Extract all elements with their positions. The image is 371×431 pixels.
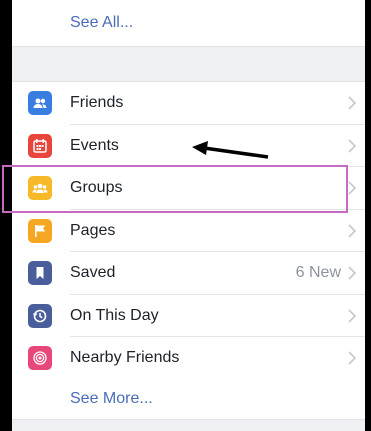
window-frame-right <box>365 0 371 431</box>
menu-item-saved[interactable]: Saved 6 New <box>12 252 365 295</box>
annotation-arrow-icon <box>192 141 269 159</box>
chevron-right-icon <box>348 96 357 110</box>
menu-list: Friends Events Groups Pages Saved 6 New … <box>12 82 365 380</box>
menu-item-events[interactable]: Events <box>12 125 365 167</box>
section-divider <box>12 46 365 82</box>
new-count-badge: 6 New <box>295 264 341 282</box>
menu-item-on-this-day[interactable]: On This Day <box>12 295 365 337</box>
see-more-link[interactable]: See More... <box>12 379 365 419</box>
see-all-link[interactable]: See All... <box>12 0 365 46</box>
chevron-right-icon <box>348 139 357 153</box>
menu-item-label: Groups <box>70 179 123 197</box>
calendar-icon <box>28 133 52 158</box>
chevron-right-icon <box>348 181 357 195</box>
clock-icon <box>28 303 52 328</box>
nearby-icon <box>28 346 52 371</box>
menu-item-label: Friends <box>70 94 124 112</box>
menu-item-label: Nearby Friends <box>70 349 180 367</box>
menu-item-label: Pages <box>70 221 116 239</box>
bookmark-icon <box>28 261 52 286</box>
menu-item-nearby-friends[interactable]: Nearby Friends <box>12 337 365 380</box>
more-menu-panel: See All... Friends Events Groups Pages S… <box>12 0 365 431</box>
groups-icon <box>28 176 52 201</box>
chevron-right-icon <box>348 224 357 238</box>
menu-item-label: Saved <box>70 264 116 282</box>
chevron-right-icon <box>348 309 357 323</box>
chevron-right-icon <box>348 351 357 365</box>
menu-item-groups[interactable]: Groups <box>12 167 365 210</box>
chevron-right-icon <box>348 266 357 280</box>
section-divider <box>12 419 365 431</box>
menu-item-pages[interactable]: Pages <box>12 210 365 252</box>
friends-icon <box>28 91 52 116</box>
menu-item-label: On This Day <box>70 306 159 324</box>
window-frame-left <box>0 0 12 431</box>
menu-item-label: Events <box>70 136 119 154</box>
flag-icon <box>28 218 52 243</box>
menu-item-friends[interactable]: Friends <box>12 82 365 125</box>
